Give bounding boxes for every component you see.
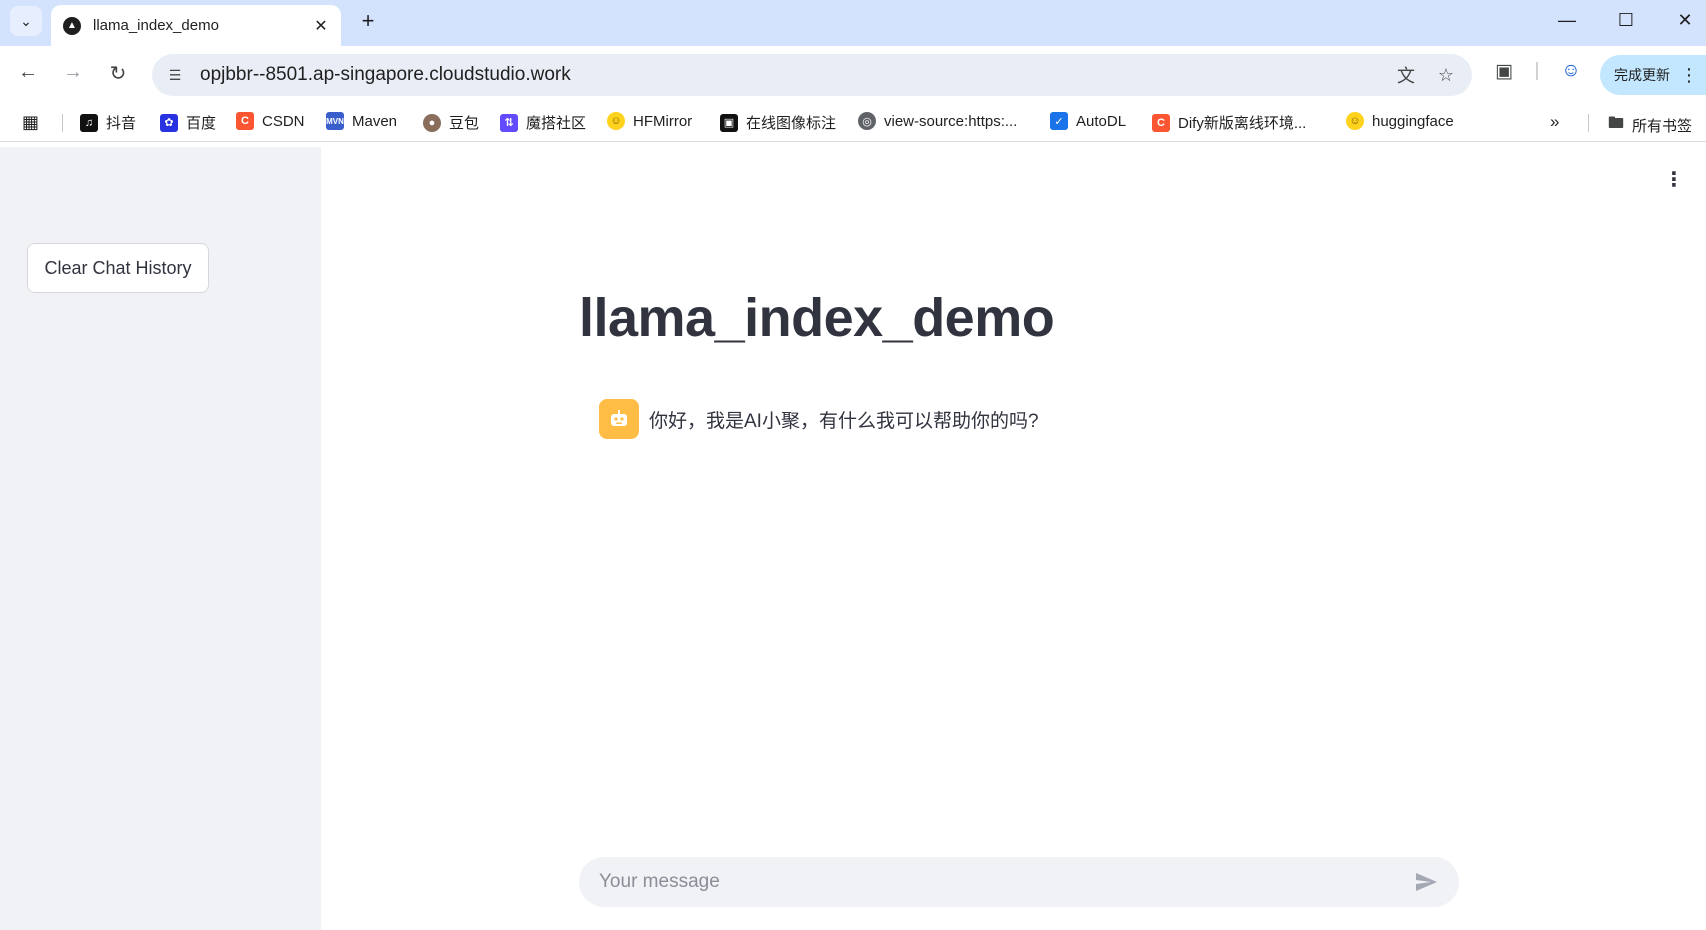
clear-chat-history-button[interactable]: Clear Chat History (27, 243, 209, 293)
back-arrow-icon[interactable]: ← (14, 61, 42, 84)
baidu-icon: ✿ (160, 113, 178, 132)
doubao-icon: ● (423, 113, 441, 132)
maven-icon: MVN (326, 112, 344, 130)
browser-tab-active[interactable]: ▲ llama_index_demo ✕ (51, 5, 341, 46)
bookmark-label: 百度 (186, 115, 217, 132)
window-close-icon[interactable]: ✕ (1673, 10, 1697, 31)
bookmarks-divider (62, 114, 63, 132)
bookmark-label: 在线图像标注 (746, 115, 837, 132)
bookmark-item[interactable]: ♫ 抖音 (80, 112, 136, 133)
extensions-icon[interactable]: ▣ (1490, 60, 1518, 83)
robot-icon (611, 410, 627, 426)
bookmark-item[interactable]: ☺ huggingface (1346, 112, 1454, 130)
send-arrow-shape (1416, 873, 1437, 891)
close-icon[interactable]: ✕ (311, 16, 331, 36)
app-sidebar: Clear Chat History (0, 147, 321, 930)
chat-input[interactable] (599, 871, 1413, 893)
globe-icon: ◎ (858, 112, 876, 130)
bookmark-item[interactable]: ● 豆包 (423, 112, 479, 133)
bookmark-star-icon[interactable]: ☆ (1432, 65, 1460, 86)
page-title: llama_index_demo (579, 288, 1055, 348)
bookmarks-bar: ▦ ♫ 抖音 ✿ 百度 C CSDN MVN Maven ● 豆包 ⇅ 魔搭社区… (0, 104, 1706, 142)
tab-title: llama_index_demo (93, 17, 219, 34)
bookmark-label: Maven (352, 112, 398, 130)
chat-input-container (579, 857, 1459, 907)
more-bookmarks-chevron-icon[interactable]: » (1550, 112, 1559, 132)
more-vertical-icon: ⋮ (1680, 64, 1698, 85)
bookmark-item[interactable]: ◎ view-source:https:... (858, 112, 1017, 130)
hf-mirror-icon: ☺ (607, 112, 625, 130)
folder-icon: 🖿 (1608, 115, 1625, 132)
apps-grid-icon[interactable]: ▦ (22, 112, 39, 133)
all-bookmarks-folder[interactable]: 🖿 所有书签 (1608, 112, 1692, 139)
translate-icon[interactable]: 文 (1392, 62, 1420, 88)
chat-message-assistant: 你好，我是AI小聚，有什么我可以帮助你的吗? (599, 399, 1039, 439)
update-button[interactable]: 完成更新 ⋮ (1600, 55, 1706, 95)
bookmark-label: view-source:https:... (884, 112, 1018, 130)
browser-toolbar: ← → ↻ ☰ opjbbr--8501.ap-singapore.clouds… (0, 46, 1706, 104)
bot-avatar-icon (599, 399, 639, 439)
bookmark-item[interactable]: ▣ 在线图像标注 (720, 112, 836, 133)
bookmark-label: 抖音 (106, 115, 137, 132)
bookmark-label: Dify新版离线环境... (1178, 115, 1307, 132)
profile-icon[interactable]: ☺ (1557, 60, 1585, 82)
csdn-icon: C (236, 112, 254, 130)
chevron-down-icon: ⌄ (20, 12, 32, 29)
browser-tab-strip: ⌄ ▲ llama_index_demo ✕ + — ☐ ✕ (0, 0, 1706, 46)
app-menu-icon[interactable]: ⋮ (1664, 167, 1684, 192)
toolbar-divider: | (1534, 60, 1540, 81)
send-icon[interactable] (1413, 869, 1439, 895)
site-settings-icon[interactable]: ☰ (164, 64, 186, 86)
streamlit-favicon-icon: ▲ (63, 16, 81, 35)
bookmark-label: CSDN (262, 112, 305, 130)
chat-message-text: 你好，我是AI小聚，有什么我可以帮助你的吗? (649, 410, 1039, 432)
bookmark-label: HFMirror (633, 112, 693, 130)
annotate-icon: ▣ (720, 113, 738, 132)
bookmark-label: 豆包 (449, 115, 480, 132)
minimize-icon[interactable]: — (1555, 10, 1579, 31)
bookmark-label: 魔搭社区 (526, 115, 587, 132)
bookmark-label: huggingface (1372, 112, 1454, 130)
autodl-icon: ✓ (1050, 112, 1068, 130)
reload-icon[interactable]: ↻ (104, 61, 132, 86)
tab-search-button[interactable]: ⌄ (10, 6, 42, 36)
huggingface-icon: ☺ (1346, 112, 1364, 130)
all-bookmarks-label: 所有书签 (1632, 118, 1693, 135)
bookmark-item[interactable]: ☺ HFMirror (607, 112, 692, 130)
address-bar[interactable]: ☰ opjbbr--8501.ap-singapore.cloudstudio.… (152, 54, 1472, 96)
bookmark-item[interactable]: ✓ AutoDL (1050, 112, 1126, 130)
bookmark-item[interactable]: C Dify新版离线环境... (1152, 112, 1306, 133)
url-text[interactable]: opjbbr--8501.ap-singapore.cloudstudio.wo… (200, 64, 1380, 86)
new-tab-button[interactable]: + (356, 8, 380, 34)
modelscope-icon: ⇅ (500, 113, 518, 132)
forward-arrow-icon[interactable]: → (59, 61, 87, 84)
dify-icon: C (1152, 113, 1170, 132)
bookmarks-divider (1588, 114, 1589, 132)
bookmark-item[interactable]: ✿ 百度 (160, 112, 216, 133)
bookmark-label: AutoDL (1076, 112, 1127, 130)
bookmark-item[interactable]: C CSDN (236, 112, 305, 130)
bookmark-item[interactable]: MVN Maven (326, 112, 397, 130)
douyin-icon: ♫ (80, 113, 98, 132)
app-main: ⋮ llama_index_demo 你好，我是AI小聚，有什么我可以帮助你的吗… (321, 147, 1706, 930)
update-label: 完成更新 (1614, 67, 1670, 83)
maximize-icon[interactable]: ☐ (1614, 10, 1638, 31)
bookmark-item[interactable]: ⇅ 魔搭社区 (500, 112, 586, 133)
